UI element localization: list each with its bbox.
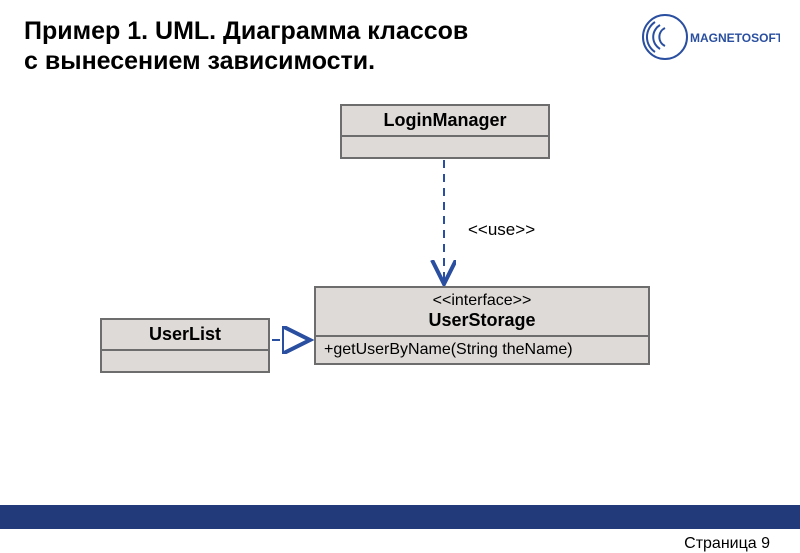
footer-bar	[0, 505, 800, 529]
class-login-manager: LoginManager	[340, 104, 550, 159]
class-name: LoginManager	[342, 106, 548, 137]
logo-text: MAGNETOSOFT	[690, 31, 780, 45]
class-body-empty	[102, 351, 268, 371]
operation: +getUserByName(String theName)	[316, 337, 648, 363]
uml-diagram: LoginManager UserList <<interface>> User…	[50, 100, 730, 500]
class-user-list: UserList	[100, 318, 270, 373]
class-body-empty	[342, 137, 548, 157]
class-header: <<interface>> UserStorage	[316, 288, 648, 337]
slide-title: Пример 1. UML. Диаграмма классов с вынес…	[24, 16, 640, 76]
title-line-1: Пример 1. UML. Диаграмма классов	[24, 17, 468, 45]
use-stereotype-label: <<use>>	[468, 220, 535, 240]
page-number: Страница 9	[684, 535, 770, 553]
class-name: UserList	[102, 320, 268, 351]
class-name: UserStorage	[324, 310, 640, 331]
stereotype: <<interface>>	[324, 292, 640, 310]
logo-icon: MAGNETOSOFT	[640, 12, 780, 62]
slide-header: Пример 1. UML. Диаграмма классов с вынес…	[24, 16, 640, 76]
magnetosoft-logo: MAGNETOSOFT	[640, 12, 780, 67]
title-line-2: с вынесением зависимости.	[24, 47, 375, 75]
interface-user-storage: <<interface>> UserStorage +getUserByName…	[314, 286, 650, 365]
slide: Пример 1. UML. Диаграмма классов с вынес…	[0, 0, 800, 553]
